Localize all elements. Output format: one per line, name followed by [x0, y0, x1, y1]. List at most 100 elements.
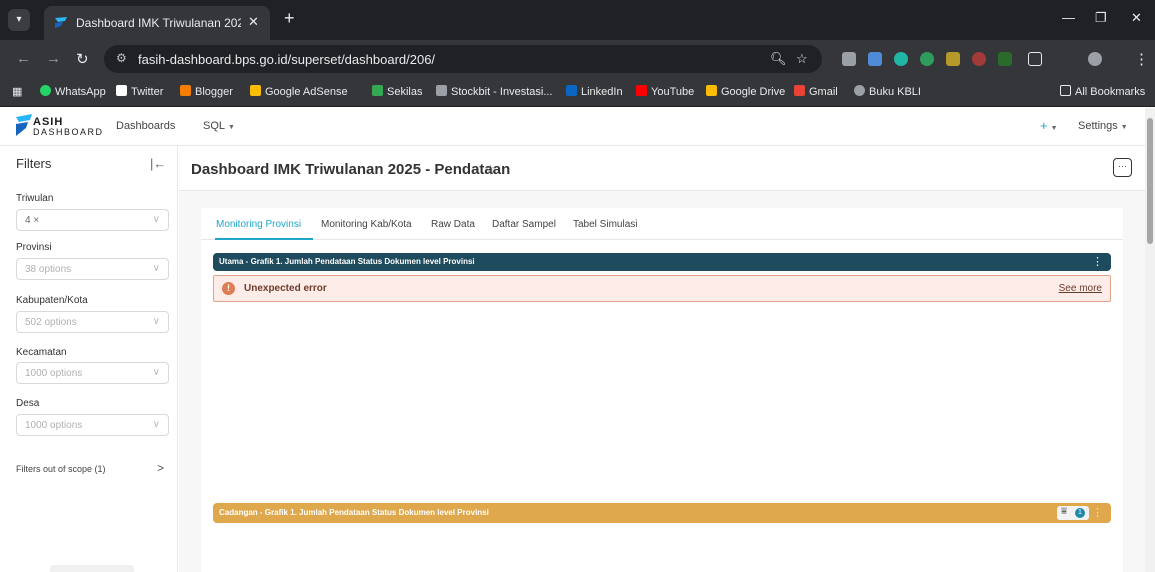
dashboard-title: Dashboard IMK Triwulanan 2025 - Pendataa… — [191, 161, 511, 178]
filter-label-provinsi: Provinsi — [16, 242, 52, 253]
error-icon: ! — [222, 282, 235, 295]
tab-daftar-sampel[interactable]: Daftar Sampel — [492, 219, 556, 230]
chevron-down-icon: ∨ — [152, 367, 160, 378]
minimize-icon[interactable]: — — [1062, 10, 1075, 25]
new-tab-icon[interactable]: + — [284, 8, 295, 29]
bookmark-whatsapp[interactable]: WhatsApp — [40, 85, 106, 98]
scrollbar-thumb[interactable] — [1147, 118, 1153, 244]
filter-label-kecamatan: Kecamatan — [16, 347, 67, 358]
bookmark-sekilas[interactable]: Sekilas — [372, 85, 422, 98]
close-tab-icon[interactable]: ✕ — [248, 14, 259, 30]
page-scrollbar[interactable] — [1145, 108, 1155, 572]
dashboard-header: Dashboard IMK Triwulanan 2025 - Pendataa… — [179, 146, 1145, 191]
dashboard-menu-button[interactable]: ··· — [1113, 158, 1132, 177]
profile-avatar-icon[interactable] — [1088, 52, 1102, 66]
superset-favicon-icon — [55, 17, 67, 28]
site-info-icon[interactable]: ⚙ — [116, 51, 127, 65]
tabs-panel: Monitoring Provinsi Monitoring Kab/Kota … — [201, 208, 1123, 572]
close-window-icon[interactable]: ✕ — [1131, 10, 1142, 26]
bookmark-star-icon[interactable]: ☆ — [796, 51, 808, 67]
filter-select-kabupaten-kota[interactable]: 502 options ∨ — [16, 311, 169, 333]
bookmark-stockbit[interactable]: Stockbit - Investasi... — [436, 85, 552, 98]
tab-search-chevron-icon[interactable]: ▾ — [8, 9, 30, 31]
filter-select-provinsi[interactable]: 38 options ∨ — [16, 258, 169, 280]
bookmark-buku-kbli[interactable]: Buku KBLI — [854, 85, 921, 98]
tab-monitoring-kab-kota[interactable]: Monitoring Kab/Kota — [321, 219, 412, 230]
chevron-down-icon: ∨ — [152, 316, 160, 327]
chevron-right-icon[interactable]: > — [157, 461, 164, 475]
extension-3-icon[interactable] — [894, 52, 908, 66]
browser-menu-icon[interactable]: ⋮ — [1134, 50, 1149, 68]
google-drive-icon — [706, 85, 717, 96]
see-more-link[interactable]: See more — [1059, 283, 1102, 294]
apply-filters-button[interactable] — [50, 565, 134, 572]
chevron-down-icon: ▼ — [1120, 124, 1128, 131]
active-tab-indicator — [215, 238, 313, 240]
filter-label-kabupaten-kota: Kabupaten/Kota — [16, 295, 88, 306]
bookmarks-bar: ▦ WhatsApp Twitter Blogger Google AdSens… — [0, 77, 1155, 107]
all-bookmarks[interactable]: All Bookmarks — [1060, 85, 1145, 98]
folder-icon — [1060, 85, 1071, 96]
sekilas-icon — [372, 85, 383, 96]
whatsapp-icon — [40, 85, 51, 96]
chevron-down-icon: ▼ — [1050, 125, 1058, 132]
filter-select-triwulan[interactable]: 4 × ∨ — [16, 209, 169, 231]
extension-7-icon[interactable] — [998, 52, 1012, 66]
bookmark-linkedin[interactable]: LinkedIn — [566, 85, 623, 98]
extension-2-icon[interactable] — [868, 52, 882, 66]
bookmark-blogger[interactable]: Blogger — [180, 85, 233, 98]
reload-icon[interactable]: ↻ — [76, 50, 89, 68]
filter-sidebar: Filters |← Triwulan 4 × ∨ Provinsi 38 op… — [0, 146, 178, 572]
browser-toolbar: ← → ↻ ⚙ fasih-dashboard.bps.go.id/supers… — [0, 40, 1155, 77]
filter-label-triwulan: Triwulan — [16, 193, 54, 204]
chart-menu-icon[interactable]: ⋮ — [1092, 506, 1103, 519]
bookmark-gmail[interactable]: Gmail — [794, 85, 838, 98]
browser-tab[interactable]: Dashboard IMK Triwulanan 202 ✕ — [44, 6, 270, 40]
filter-select-kecamatan[interactable]: 1000 options ∨ — [16, 362, 169, 384]
extension-1-icon[interactable] — [842, 52, 856, 66]
chevron-down-icon: ∨ — [152, 419, 160, 430]
bookmark-twitter[interactable]: Twitter — [116, 85, 163, 98]
back-icon[interactable]: ← — [16, 50, 31, 67]
filters-out-of-scope[interactable]: Filters out of scope (1) — [16, 464, 106, 474]
gmail-icon — [794, 85, 805, 96]
nav-dashboards[interactable]: Dashboards — [116, 120, 175, 132]
dashboard-tabs: Monitoring Provinsi Monitoring Kab/Kota … — [201, 208, 1123, 240]
chart-menu-icon[interactable]: ⋮ — [1092, 255, 1103, 268]
forward-icon[interactable]: → — [46, 50, 61, 67]
filter-icon: ⩸ — [1061, 506, 1068, 517]
tab-monitoring-provinsi[interactable]: Monitoring Provinsi — [216, 219, 301, 230]
chevron-down-icon: ∨ — [152, 263, 160, 274]
zoom-icon[interactable]: 🔍︎ — [770, 51, 787, 67]
bookmark-adsense[interactable]: Google AdSense — [250, 85, 348, 98]
chart-header-cadangan: Cadangan - Grafik 1. Jumlah Pendataan St… — [213, 503, 1111, 523]
browser-tab-strip: ▾ Dashboard IMK Triwulanan 202 ✕ + — ❐ ✕ — [0, 0, 1155, 40]
nav-sql[interactable]: SQL ▼ — [203, 120, 235, 132]
bookmark-google-drive[interactable]: Google Drive — [706, 85, 785, 98]
extensions-puzzle-icon[interactable] — [1028, 52, 1042, 66]
tab-raw-data[interactable]: Raw Data — [431, 219, 475, 230]
linkedin-icon — [566, 85, 577, 96]
apps-grid-icon[interactable]: ▦ — [12, 85, 22, 98]
filter-select-desa[interactable]: 1000 options ∨ — [16, 414, 169, 436]
fasih-logo-icon[interactable] — [16, 114, 32, 138]
address-bar[interactable]: ⚙ fasih-dashboard.bps.go.id/superset/das… — [104, 45, 822, 73]
error-alert: ! Unexpected error See more — [213, 275, 1111, 302]
extension-6-icon[interactable] — [972, 52, 986, 66]
twitter-icon — [116, 85, 127, 96]
error-message: Unexpected error — [244, 283, 327, 294]
browser-tab-title: Dashboard IMK Triwulanan 202 — [76, 16, 241, 30]
globe-icon — [854, 85, 865, 96]
extension-5-icon[interactable] — [946, 52, 960, 66]
favorite-star-icon[interactable]: ☆ — [485, 162, 496, 176]
restore-icon[interactable]: ❐ — [1095, 10, 1107, 26]
bookmark-youtube[interactable]: YouTube — [636, 85, 694, 98]
nav-settings[interactable]: Settings ▼ — [1078, 120, 1128, 132]
filter-count-badge: 1 — [1075, 508, 1085, 518]
chart-filter-indicator[interactable]: ⩸ 1 — [1057, 506, 1089, 520]
tab-tabel-simulasi[interactable]: Tabel Simulasi — [573, 219, 637, 230]
extension-4-icon[interactable] — [920, 52, 934, 66]
nav-plus-button[interactable]: + ▼ — [1040, 118, 1058, 133]
app-header: ASIH DASHBOARD Dashboards SQL ▼ + ▼ Settin… — [0, 108, 1145, 146]
collapse-sidebar-icon[interactable]: |← — [150, 156, 166, 171]
